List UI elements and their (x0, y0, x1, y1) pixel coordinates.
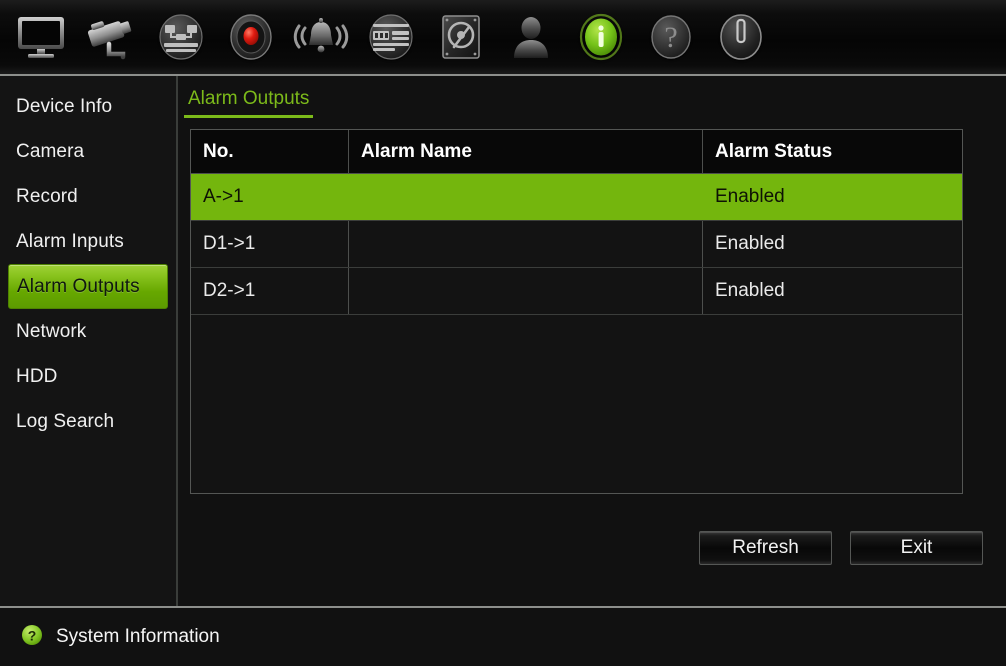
toolbar-item-display[interactable] (6, 1, 76, 73)
toolbar-item-settings[interactable] (356, 1, 426, 73)
toolbar-item-camera[interactable] (76, 1, 146, 73)
svg-text:?: ? (664, 21, 677, 54)
main-toolbar: ? (0, 0, 1006, 76)
sidebar-menu: Device Info Camera Record Alarm Inputs A… (0, 76, 178, 606)
sidebar-item-label: HDD (16, 365, 58, 387)
toolbar-item-shutdown[interactable] (706, 1, 776, 73)
table-row[interactable]: D2->1 Enabled (191, 268, 962, 315)
sidebar-item-label: Network (16, 320, 87, 342)
toolbar-item-record[interactable] (216, 1, 286, 73)
sidebar-item-label: Camera (16, 140, 85, 162)
cell-no: A->1 (191, 174, 349, 220)
hdd-icon (438, 13, 484, 61)
sidebar-item-camera[interactable]: Camera (8, 129, 168, 174)
toolbar-item-system-info[interactable] (566, 1, 636, 73)
table-header-row: No. Alarm Name Alarm Status (191, 130, 962, 174)
sidebar-item-label: Alarm Outputs (17, 275, 140, 297)
power-icon (716, 12, 766, 62)
tab-strip: Alarm Outputs (184, 86, 314, 118)
sidebar-item-alarm-inputs[interactable]: Alarm Inputs (8, 219, 168, 264)
help-icon: ? (646, 12, 696, 62)
cell-no: D2->1 (191, 268, 349, 314)
cell-alarm-name (349, 221, 703, 267)
record-icon (226, 12, 276, 62)
help-circle-icon[interactable]: ? (20, 623, 44, 652)
alarm-icon (293, 14, 349, 60)
user-icon (508, 13, 554, 61)
refresh-button-label: Refresh (732, 537, 799, 558)
sidebar-item-log-search[interactable]: Log Search (8, 399, 168, 444)
column-header-alarm-status: Alarm Status (715, 140, 833, 162)
tab-alarm-outputs[interactable]: Alarm Outputs (184, 88, 314, 118)
sidebar-item-hdd[interactable]: HDD (8, 354, 168, 399)
cell-alarm-status: Enabled (715, 280, 785, 301)
cell-alarm-status: Enabled (715, 233, 785, 254)
refresh-button[interactable]: Refresh (699, 531, 832, 565)
svg-text:?: ? (28, 627, 37, 643)
toolbar-item-hdd[interactable] (426, 1, 496, 73)
tab-label: Alarm Outputs (188, 88, 310, 109)
toolbar-item-user[interactable] (496, 1, 566, 73)
cell-no: D1->1 (191, 221, 349, 267)
action-button-row: Refresh Exit (699, 531, 983, 565)
sidebar-item-label: Alarm Inputs (16, 230, 124, 252)
camera-icon (82, 14, 140, 60)
alarm-outputs-table: No. Alarm Name Alarm Status A->1 Enabled… (190, 129, 963, 494)
table-row[interactable]: D1->1 Enabled (191, 221, 962, 268)
body-area: Device Info Camera Record Alarm Inputs A… (0, 76, 1006, 606)
toolbar-item-help[interactable]: ? (636, 1, 706, 73)
table-empty-area (191, 315, 962, 493)
sidebar-item-label: Record (16, 185, 78, 207)
dvr-system-information-window: ? Device Info Camera Record Alarm Inputs… (0, 0, 1006, 666)
status-bar-text: System Information (56, 626, 220, 647)
exit-button[interactable]: Exit (850, 531, 983, 565)
toolbar-item-alarm[interactable] (286, 1, 356, 73)
settings-icon (366, 12, 416, 62)
sidebar-item-label: Device Info (16, 95, 113, 117)
cell-alarm-name (349, 268, 703, 314)
network-icon (156, 12, 206, 62)
sidebar-item-record[interactable]: Record (8, 174, 168, 219)
column-header-alarm-name: Alarm Name (349, 130, 703, 173)
cell-alarm-name (349, 174, 703, 220)
status-bar: ? System Information (0, 606, 1006, 666)
sidebar-item-alarm-outputs[interactable]: Alarm Outputs (8, 264, 168, 309)
monitor-icon (15, 14, 67, 60)
info-icon (574, 10, 628, 64)
sidebar-item-label: Log Search (16, 410, 115, 432)
column-header-no: No. (191, 130, 349, 173)
sidebar-item-network[interactable]: Network (8, 309, 168, 354)
sidebar-item-device-info[interactable]: Device Info (8, 84, 168, 129)
exit-button-label: Exit (900, 537, 933, 558)
table-row[interactable]: A->1 Enabled (191, 174, 962, 221)
cell-alarm-status: Enabled (715, 186, 785, 207)
content-panel: Alarm Outputs No. Alarm Name Alarm Statu… (180, 76, 1006, 606)
toolbar-item-network[interactable] (146, 1, 216, 73)
